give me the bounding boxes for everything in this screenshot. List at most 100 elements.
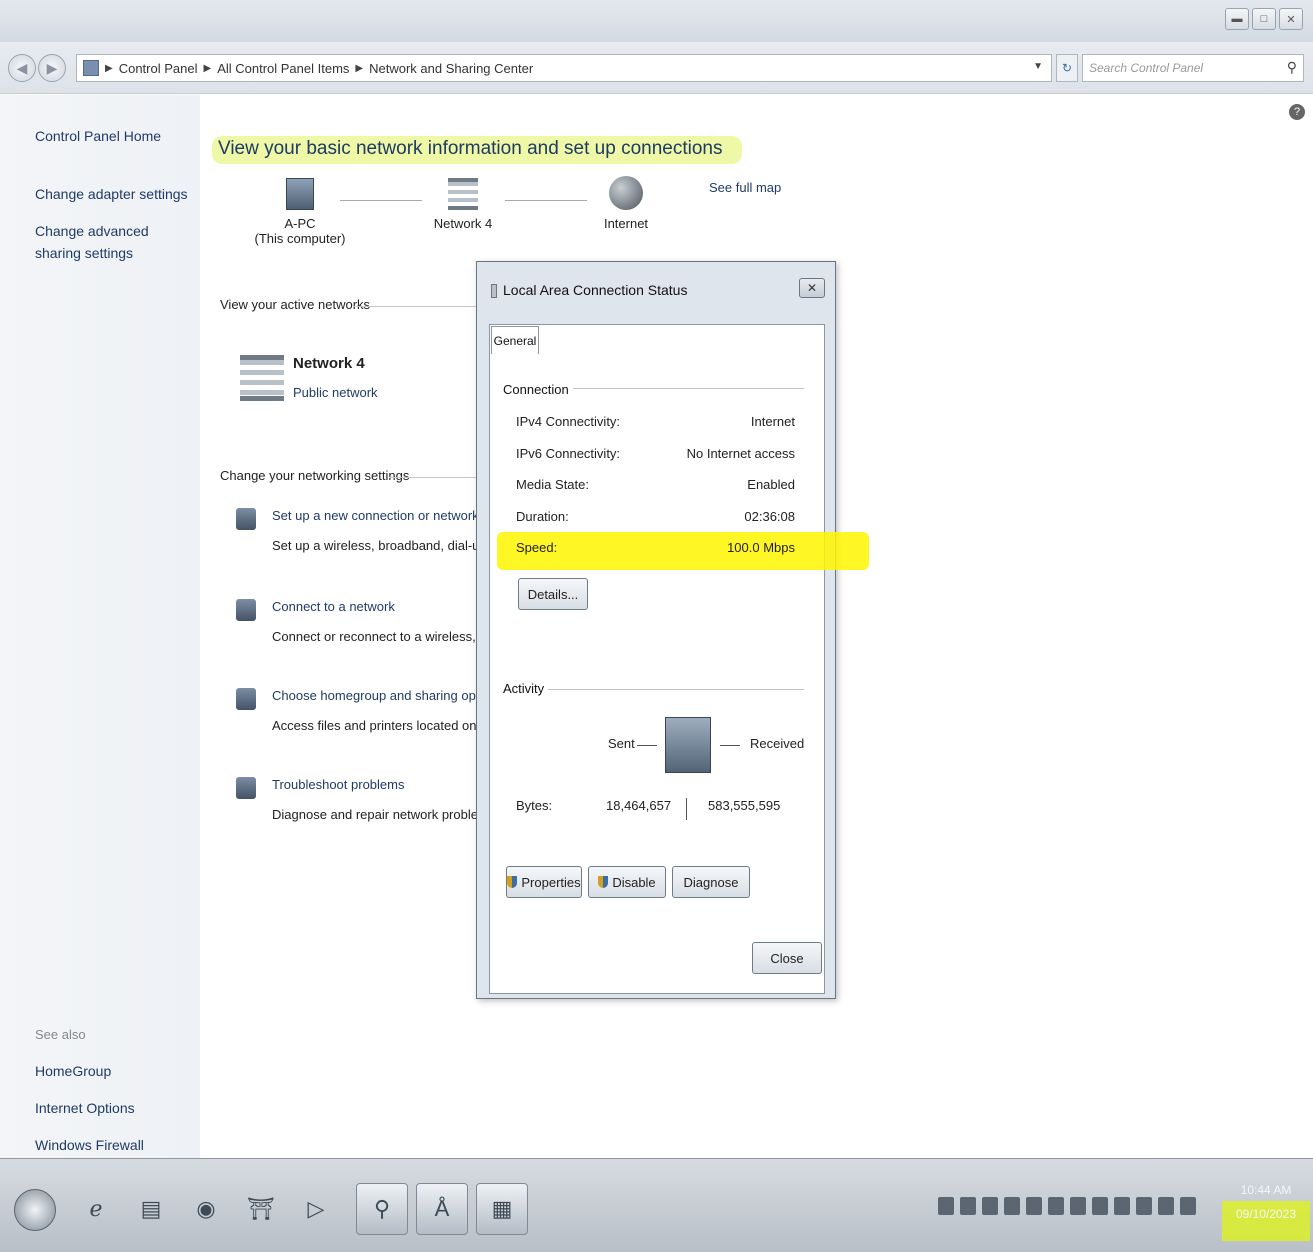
map-node-internet[interactable]: Internet: [586, 176, 666, 231]
tray-app-icon[interactable]: [938, 1197, 954, 1215]
change-advanced-sharing-link[interactable]: Change advanced sharing settings: [35, 220, 175, 264]
media-state-value: Enabled: [747, 477, 795, 492]
search-input[interactable]: Search Control Panel ⚲: [1082, 54, 1304, 82]
network-bench-icon: [448, 178, 478, 210]
clock[interactable]: 10:44 AM 09/10/2023: [1222, 1175, 1310, 1241]
address-dropdown-icon[interactable]: ▼: [1033, 61, 1043, 72]
map-network-label: Network 4: [433, 216, 493, 231]
ipv6-label: IPv6 Connectivity:: [516, 446, 621, 461]
tab-general[interactable]: General: [491, 326, 539, 354]
breadcrumb-separator-icon: ▶: [105, 62, 113, 74]
map-node-network[interactable]: Network 4: [418, 178, 508, 231]
properties-button-label: Properties: [521, 874, 581, 890]
globe-icon: [609, 176, 643, 210]
control-panel-home-link[interactable]: Control Panel Home: [35, 125, 161, 147]
dialog-close-icon[interactable]: ✕: [799, 278, 825, 298]
breadcrumb-separator-icon: ▶: [355, 62, 364, 74]
uac-shield-icon: [507, 876, 518, 888]
tray-app-icon[interactable]: [982, 1197, 998, 1215]
close-button[interactable]: Close: [752, 942, 822, 974]
address-bar[interactable]: ▶ Control Panel ▶ All Control Panel Item…: [76, 54, 1052, 82]
dialog-title: Local Area Connection Status: [503, 282, 688, 298]
task-connect-network-link[interactable]: Connect to a network: [272, 599, 395, 614]
refresh-icon[interactable]: ↻: [1056, 54, 1078, 82]
properties-button[interactable]: Properties: [506, 866, 582, 898]
homegroup-link[interactable]: HomeGroup: [35, 1060, 111, 1082]
tray-app-icon[interactable]: [1158, 1197, 1174, 1215]
task-homegroup-link[interactable]: Choose homegroup and sharing options: [272, 688, 503, 703]
connection-icon: [491, 284, 497, 298]
map-internet-label: Internet: [603, 216, 649, 231]
volume-icon[interactable]: [960, 1197, 976, 1215]
back-icon[interactable]: ◀: [8, 54, 36, 82]
media-app-icon[interactable]: ▷: [290, 1183, 342, 1235]
internet-options-link[interactable]: Internet Options: [35, 1097, 135, 1119]
security-shield-icon[interactable]: ⛩: [235, 1183, 287, 1235]
received-connector: [720, 745, 740, 746]
received-label: Received: [750, 736, 805, 751]
network-type-link[interactable]: Public network: [293, 385, 378, 400]
tray-app-icon[interactable]: [1136, 1197, 1152, 1215]
help-icon[interactable]: ?: [1289, 104, 1305, 120]
media-player-icon[interactable]: ◉: [180, 1183, 232, 1235]
action-center-flag-icon[interactable]: [1114, 1197, 1130, 1215]
tray-app-icon[interactable]: [1070, 1197, 1086, 1215]
clock-date: 09/10/2023: [1222, 1201, 1310, 1241]
tray-app-icon[interactable]: [1092, 1197, 1108, 1215]
minimize-icon[interactable]: ▬: [1225, 8, 1249, 30]
see-full-map-link[interactable]: See full map: [709, 180, 781, 195]
details-button[interactable]: Details...: [518, 578, 588, 610]
troubleshoot-icon: [236, 777, 256, 799]
map-node-computer[interactable]: A-PC (This computer): [250, 178, 350, 246]
tray-app-icon[interactable]: [1026, 1197, 1042, 1215]
map-computer-sublabel: (This computer): [254, 231, 346, 246]
disable-button-label: Disable: [612, 874, 656, 890]
breadcrumb-network-center[interactable]: Network and Sharing Center: [369, 61, 533, 76]
left-nav-pane: Control Panel Home Change adapter settin…: [0, 95, 200, 1158]
task-troubleshoot-link[interactable]: Troubleshoot problems: [272, 777, 404, 792]
file-explorer-icon[interactable]: ▤: [125, 1183, 177, 1235]
bytes-received-value: 583,555,595: [708, 798, 781, 813]
taskbar: ℯ ▤ ◉ ⛩ ▷ ⚲ Å ▦ 10:44 AM 09/10/2023: [0, 1158, 1313, 1252]
map-computer-label: A-PC: [284, 216, 316, 231]
network-tray-icon[interactable]: [1180, 1197, 1196, 1215]
networking-settings-label: Change your networking settings: [220, 468, 410, 483]
tray-app-icon[interactable]: [1004, 1197, 1020, 1215]
search-placeholder: Search Control Panel: [1089, 61, 1204, 75]
breadcrumb-control-panel[interactable]: Control Panel: [119, 61, 198, 76]
duration-label: Duration:: [516, 509, 569, 524]
new-connection-icon: [236, 508, 256, 530]
control-panel-taskbar-icon[interactable]: ▦: [476, 1183, 528, 1235]
disable-button[interactable]: Disable: [588, 866, 666, 898]
bytes-separator: [686, 798, 687, 820]
close-icon[interactable]: ✕: [1279, 8, 1303, 30]
tray-app-icon[interactable]: [1048, 1197, 1064, 1215]
bytes-label: Bytes:: [516, 798, 553, 813]
diagnose-button[interactable]: Diagnose: [672, 866, 750, 898]
search-icon[interactable]: ⚲: [1287, 59, 1297, 76]
forward-icon[interactable]: ▶: [38, 54, 66, 82]
breadcrumb-separator-icon: ▶: [203, 62, 212, 74]
window-titlebar: ▬ □ ✕: [0, 0, 1313, 42]
window-controls: ▬ □ ✕: [1225, 8, 1303, 30]
breadcrumb-all-items[interactable]: All Control Panel Items: [217, 61, 349, 76]
windows-firewall-link[interactable]: Windows Firewall: [35, 1134, 144, 1156]
maximize-icon[interactable]: □: [1252, 8, 1276, 30]
change-adapter-settings-link[interactable]: Change adapter settings: [35, 183, 188, 205]
task-new-connection-link[interactable]: Set up a new connection or network: [272, 508, 479, 523]
spelling-app-icon[interactable]: Å: [416, 1183, 468, 1235]
search-app-icon[interactable]: ⚲: [356, 1183, 408, 1235]
computer-icon: [286, 178, 314, 210]
connection-group-label: Connection: [503, 382, 573, 397]
speed-label: Speed:: [516, 540, 558, 555]
sent-connector: [637, 745, 657, 746]
control-panel-icon: [83, 60, 99, 76]
section-divider: [353, 306, 478, 307]
ipv6-value: No Internet access: [686, 446, 795, 461]
uac-shield-icon: [598, 876, 609, 888]
internet-explorer-icon[interactable]: ℯ: [70, 1183, 122, 1235]
map-connector-line: [340, 200, 422, 201]
clock-time: 10:44 AM: [1240, 1183, 1292, 1197]
start-button-icon[interactable]: [14, 1189, 56, 1231]
ipv4-label: IPv4 Connectivity:: [516, 414, 621, 429]
